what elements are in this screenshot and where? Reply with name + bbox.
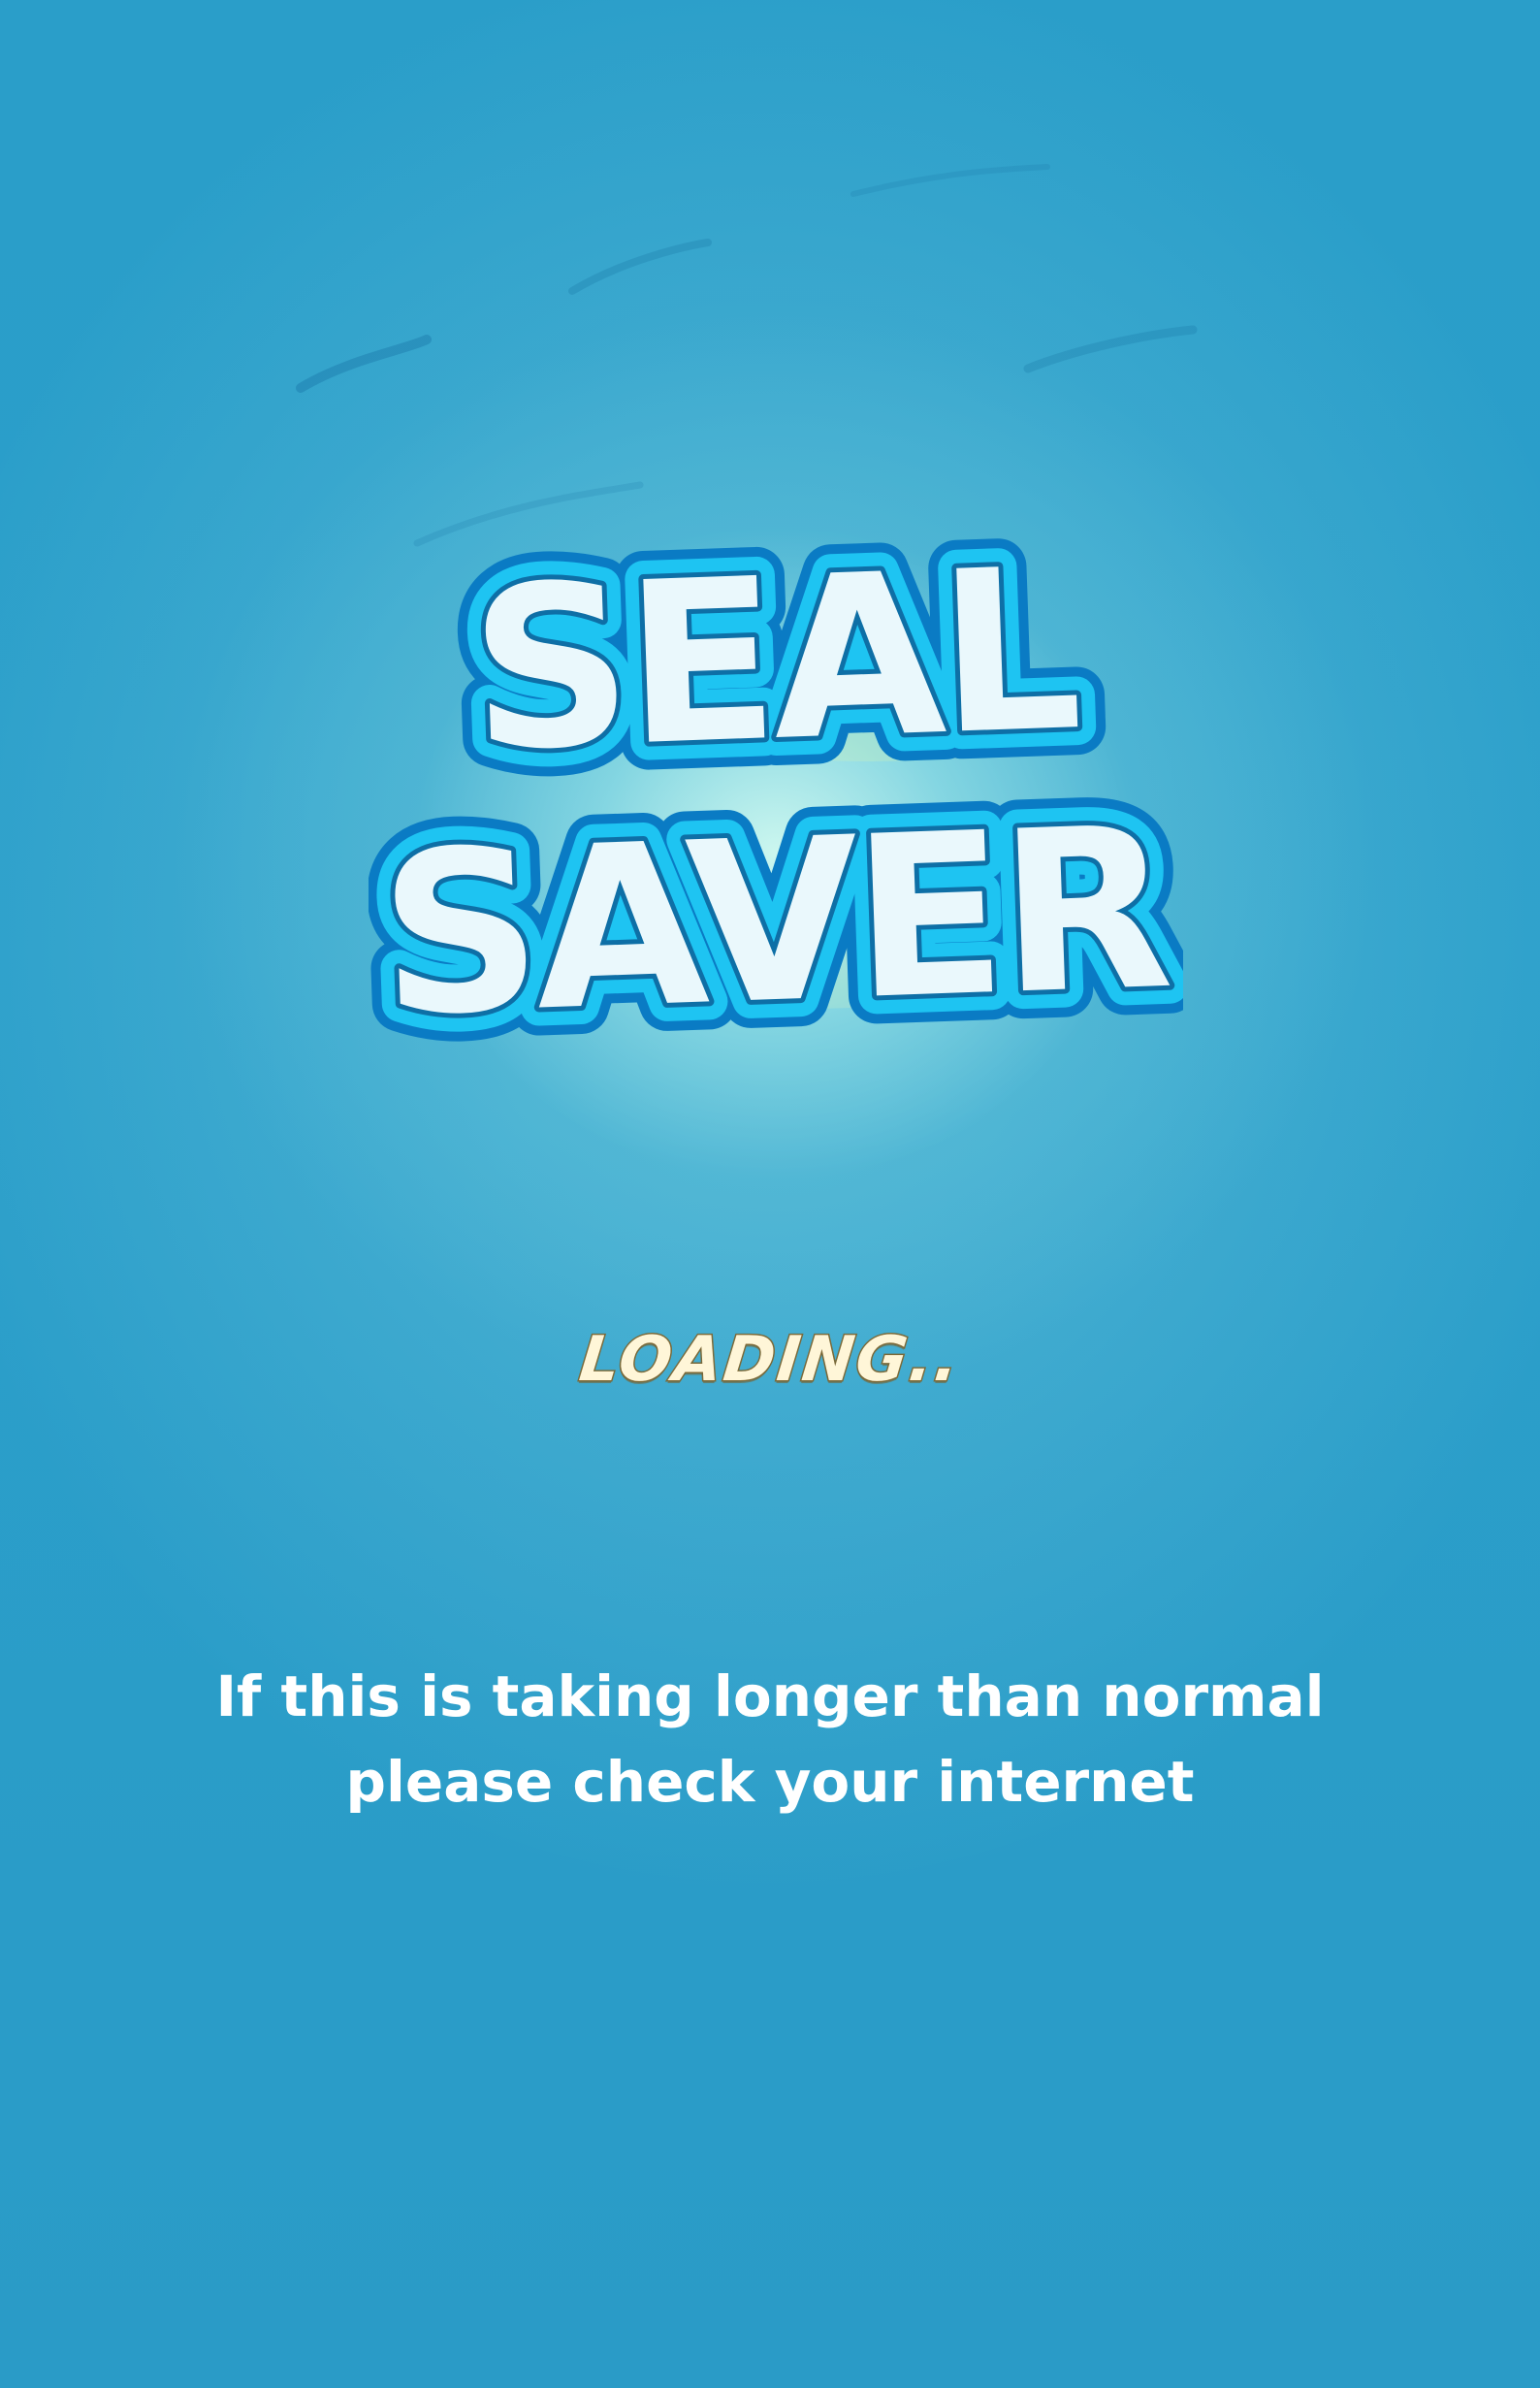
notice-line1: If this is taking longer than normal [215,1663,1325,1729]
notice-line2: please check your internet [345,1749,1195,1815]
title-line1: SEAL [466,521,1080,801]
title-line2: SAVER [376,780,1172,1066]
loading-label: LOADING.. [575,1323,966,1398]
loading-screen: SEAL SEAL SEAL SEAL SAVER SAVER SAVER SA… [0,0,1540,2388]
game-logo: SEAL SEAL SEAL SEAL SAVER SAVER SAVER SA… [348,493,1201,1094]
connection-notice: If this is taking longer than normal ple… [0,1654,1540,1824]
game-logo-art: SEAL SEAL SEAL SEAL SAVER SAVER SAVER SA… [348,493,1201,1094]
